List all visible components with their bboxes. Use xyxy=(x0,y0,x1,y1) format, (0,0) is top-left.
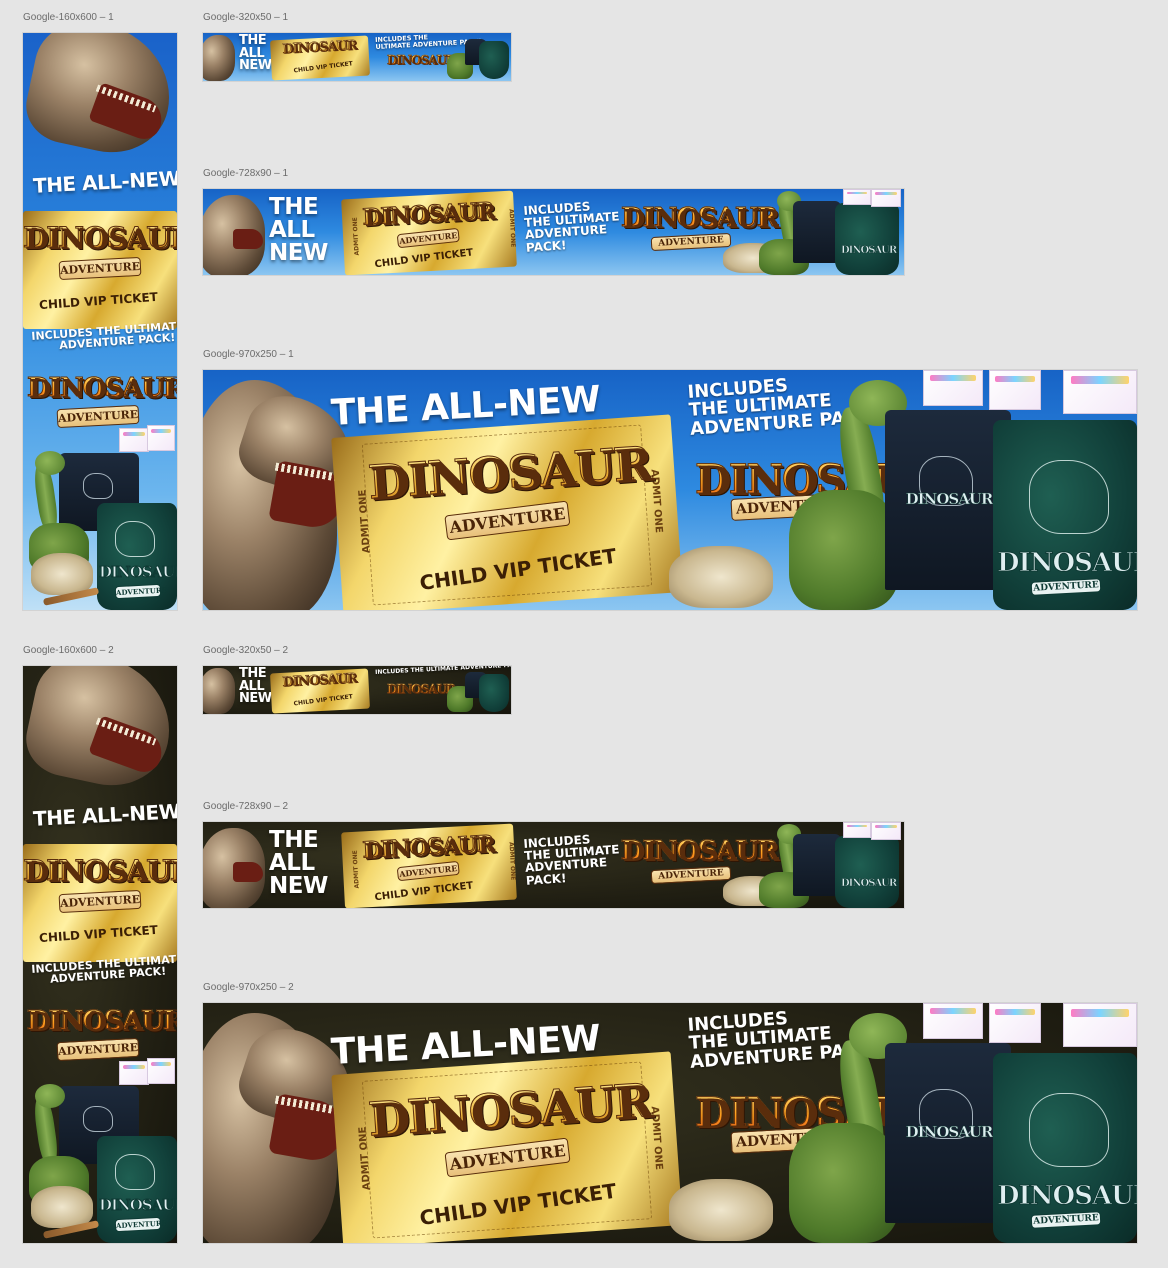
plush-dinosaur-head xyxy=(35,451,65,475)
banner-billboard-blue[interactable]: THE ALL-NEW ADMIT ONE ADMIT ONE DINOSAUR… xyxy=(203,370,1137,610)
child-vip-ticket-text: CHILD VIP TICKET xyxy=(374,880,474,904)
artboard-label[interactable]: Google-970x250 – 1 xyxy=(203,349,294,360)
banner-mobile-dark[interactable]: THE ALL NEW DINOSAUR CHILD VIP TICKET INCL… xyxy=(203,666,511,714)
dinosaur-adventure-logo: DINOSAUR xyxy=(387,53,456,68)
banner-billboard-dark[interactable]: THE ALL-NEW ADMIT ONE ADMIT ONE DINOSAUR… xyxy=(203,1003,1137,1243)
gold-ticket: ADMIT ONE ADMIT ONE DINOSAUR ADVENTURE C… xyxy=(341,190,517,275)
gold-ticket: DINOSAUR ADVENTURE CHILD VIP TICKET xyxy=(23,844,177,962)
artboard-label[interactable]: Google-728x90 – 1 xyxy=(203,168,288,179)
admit-one-text: ADMIT ONE xyxy=(507,841,517,881)
tshirt-image xyxy=(793,201,841,263)
trex-head-image xyxy=(203,668,235,714)
sticker-pack-image xyxy=(871,189,901,207)
sticker-pack-image xyxy=(989,1003,1041,1043)
drawstring-bag-image xyxy=(835,836,899,908)
artboard-label[interactable]: Google-728x90 – 2 xyxy=(203,801,288,812)
drawstring-bag-image xyxy=(835,203,899,275)
artboard-label[interactable]: Google-320x50 – 1 xyxy=(203,12,288,23)
includes-adventure-pack-text: INCLUDES THE ULTIMATE ADVENTURE PACK! xyxy=(522,832,620,888)
admit-one-text: ADMIT ONE xyxy=(507,208,517,248)
gold-ticket: DINOSAUR CHILD VIP TICKET xyxy=(270,668,370,714)
artboard-label[interactable]: Google-970x250 – 2 xyxy=(203,982,294,993)
trex-print-icon xyxy=(83,473,113,499)
headline-the-all-new: THE ALL-NEW xyxy=(32,799,177,831)
trex-print-icon xyxy=(83,1106,113,1132)
sticker-pack-image xyxy=(843,189,871,205)
dinosaur-adventure-logo: DINOSAUR xyxy=(357,830,498,864)
drawstring-bag-image xyxy=(479,674,509,712)
sticker-pack-image xyxy=(1063,1003,1137,1047)
gold-ticket: ADMIT ONE ADMIT ONE DINOSAUR ADVENTURE C… xyxy=(331,414,683,610)
banner-leaderboard-dark[interactable]: THE ALL NEW ADMIT ONE ADMIT ONE DINOSAUR A… xyxy=(203,822,904,908)
plush-dinosaur-head xyxy=(35,1084,65,1108)
dinosaur-adventure-logo: DINOSAUR xyxy=(357,197,498,231)
tshirt-image xyxy=(793,834,841,896)
gold-ticket: DINOSAUR ADVENTURE CHILD VIP TICKET xyxy=(23,211,177,329)
sticker-pack-image xyxy=(871,822,901,840)
child-vip-ticket-text: CHILD VIP TICKET xyxy=(374,247,474,271)
plush-dinosaur-body xyxy=(789,490,899,610)
sticker-pack-image xyxy=(119,428,149,452)
banner-mobile-blue[interactable]: THE ALL NEW DINOSAUR CHILD VIP TICKET INCL… xyxy=(203,33,511,81)
sticker-pack-image xyxy=(989,370,1041,410)
artboard-label[interactable]: Google-320x50 – 2 xyxy=(203,645,288,656)
sticker-pack-image xyxy=(147,425,175,451)
fossil-dig-kit-image xyxy=(669,546,773,608)
plush-dinosaur-body xyxy=(789,1123,899,1243)
sticker-pack-image xyxy=(923,370,983,406)
sticker-pack-image xyxy=(1063,370,1137,414)
trex-print-icon xyxy=(1029,460,1109,534)
trex-head-image xyxy=(203,35,235,81)
trex-print-icon xyxy=(115,521,155,557)
headline-the-all-new: THE ALL-NEW xyxy=(32,166,177,198)
fossil-dig-kit-image xyxy=(669,1179,773,1241)
gold-ticket: ADMIT ONE ADMIT ONE DINOSAUR ADVENTURE C… xyxy=(341,823,517,908)
gold-ticket: ADMIT ONE ADMIT ONE DINOSAUR ADVENTURE C… xyxy=(331,1051,683,1243)
headline-the-all-new: THE ALL NEW xyxy=(269,827,328,899)
gold-ticket: DINOSAUR CHILD VIP TICKET xyxy=(270,35,370,81)
artboard-label[interactable]: Google-160x600 – 1 xyxy=(23,12,114,23)
trex-mouth xyxy=(233,229,263,249)
headline-the-all-new: THE ALL NEW xyxy=(269,194,328,266)
sticker-pack-image xyxy=(119,1061,149,1085)
headline-the-all-new: THE ALL NEW xyxy=(239,666,272,707)
artboard-label[interactable]: Google-160x600 – 2 xyxy=(23,645,114,656)
drawstring-bag-image xyxy=(479,41,509,79)
headline-the-all-new: THE ALL NEW xyxy=(239,33,272,74)
banner-leaderboard-blue[interactable]: THE ALL NEW ADMIT ONE ADMIT ONE DINOSAUR A… xyxy=(203,189,904,275)
sticker-pack-image xyxy=(923,1003,983,1039)
child-vip-ticket-text: CHILD VIP TICKET xyxy=(38,289,159,313)
child-vip-ticket-text: CHILD VIP TICKET xyxy=(38,922,159,946)
fossil-dig-kit-image xyxy=(31,1186,93,1228)
banner-skyscraper-dark[interactable]: THE ALL-NEW DINOSAUR ADVENTURE CHILD VIP… xyxy=(23,666,177,1243)
includes-adventure-pack-text: INCLUDES THE ULTIMATE ADVENTURE PACK! xyxy=(522,199,620,255)
fossil-dig-kit-image xyxy=(31,553,93,595)
trex-mouth xyxy=(233,862,263,882)
sticker-pack-image xyxy=(147,1058,175,1084)
dinosaur-adventure-logo: DINOSAUR xyxy=(387,682,456,697)
trex-print-icon xyxy=(115,1154,155,1190)
sticker-pack-image xyxy=(843,822,871,838)
banner-skyscraper-blue[interactable]: THE ALL-NEW DINOSAUR ADVENTURE CHILD VIP… xyxy=(23,33,177,610)
trex-print-icon xyxy=(1029,1093,1109,1167)
